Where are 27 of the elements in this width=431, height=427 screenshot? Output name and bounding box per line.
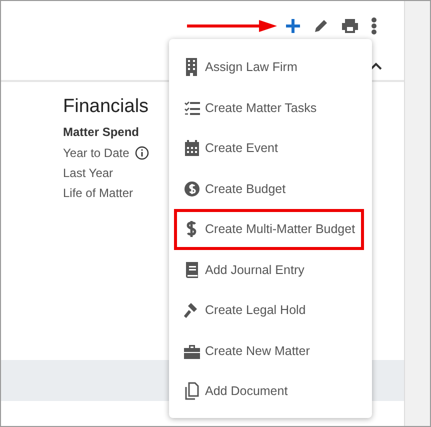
menu-item[interactable]: Create Budget <box>169 168 365 209</box>
more-icon[interactable] <box>371 17 377 35</box>
row-label: Last Year <box>63 166 114 180</box>
row-label: Life of Matter <box>63 186 134 200</box>
menu-item[interactable]: Create Event <box>169 128 365 168</box>
building-icon <box>184 58 200 76</box>
menu-item[interactable]: Create Matter Tasks <box>169 88 365 128</box>
documents-icon <box>184 382 200 400</box>
menu-item[interactable]: Create Multi-Matter Budget <box>174 209 364 250</box>
add-icon[interactable] <box>285 18 301 34</box>
book-icon <box>184 260 200 279</box>
menu-item[interactable]: Add Document <box>169 371 365 412</box>
section-subtitle: Matter Spend <box>63 125 140 139</box>
checklist-icon <box>184 98 200 117</box>
menu-item[interactable]: Create Legal Hold <box>169 290 365 330</box>
section-title: Financials <box>63 96 149 118</box>
row-label: Year to Date <box>63 146 130 160</box>
calendar-icon <box>184 139 200 158</box>
menu-item[interactable]: Assign Law Firm <box>169 47 365 88</box>
pencil-icon[interactable] <box>313 18 329 34</box>
gavel-icon <box>184 301 200 320</box>
chevron-up-icon[interactable] <box>370 62 382 70</box>
menu-item[interactable]: Add Journal Entry <box>169 250 365 290</box>
info-icon[interactable] <box>135 146 150 160</box>
dollar-circle-icon <box>184 180 200 198</box>
printer-icon[interactable] <box>341 18 359 34</box>
menu-item[interactable]: Create New Matter <box>169 330 365 371</box>
